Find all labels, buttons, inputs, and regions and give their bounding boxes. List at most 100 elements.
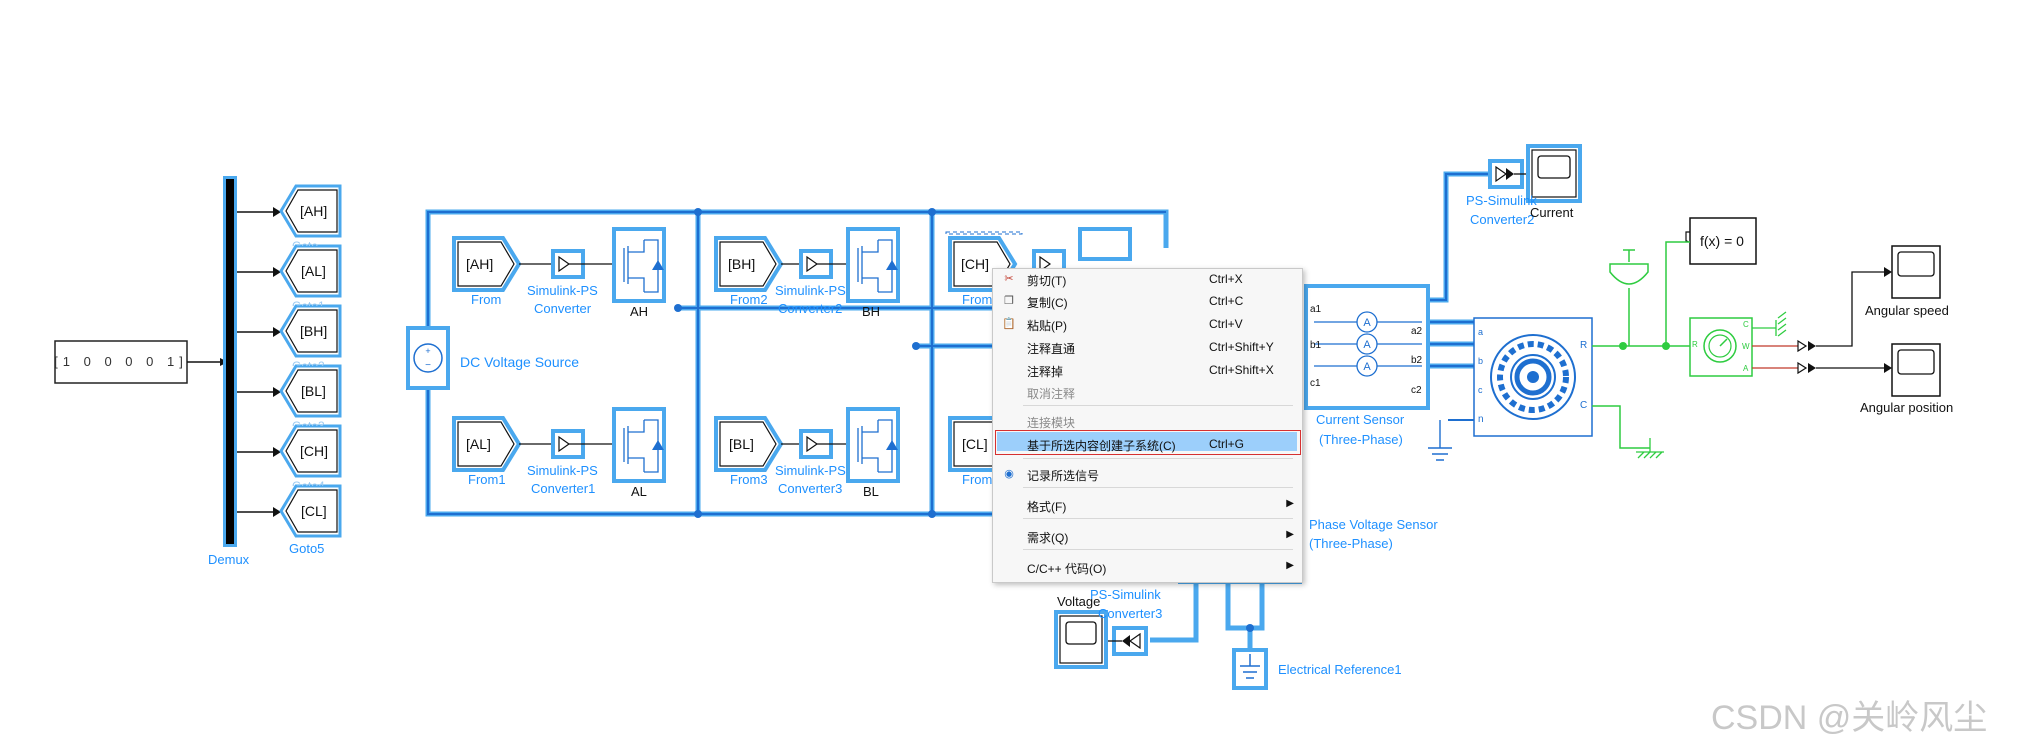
from-tag-bl: [BL] <box>729 436 754 452</box>
current-sensor-label-2: (Three-Phase) <box>1319 432 1403 447</box>
converter-label-0b: Converter <box>534 301 592 316</box>
scope-angular-position[interactable] <box>1891 343 1941 397</box>
constant-block[interactable]: [1 0 0 0 0 1] <box>54 340 188 384</box>
demux-block[interactable] <box>223 176 237 547</box>
demux-label: Demux <box>208 552 250 567</box>
converter-label-2b: Converter2 <box>778 301 843 316</box>
csdn-watermark: CSDN @关岭风尘 <box>1711 699 1988 737</box>
signal-log-icon: ◉ <box>1004 468 1014 480</box>
chevron-right-icon: ▶ <box>1286 560 1294 571</box>
goto-tag-ah: [AH] <box>300 203 328 219</box>
menu-separator <box>1023 518 1293 519</box>
menu-item-copy[interactable]: ❐ 复制(C) Ctrl+C <box>993 291 1302 311</box>
cs-port-c1: c1 <box>1310 378 1321 389</box>
menu-item-log-signals[interactable]: ◉ 记录所选信号 <box>993 464 1302 484</box>
mechanical-reference-2 <box>1752 311 1787 337</box>
scope-angular-speed[interactable] <box>1891 245 1941 299</box>
from-tag-cl: [CL] <box>962 436 988 452</box>
motor-port-n: n <box>1478 414 1484 425</box>
menu-item-code[interactable]: C/C++ 代码(O) ▶ <box>993 557 1302 577</box>
scope-position-label: Angular position <box>1860 400 1954 415</box>
context-menu[interactable]: ✂ 剪切(T) Ctrl+X ❐ 复制(C) Ctrl+C 📋 粘贴(P) Ct… <box>992 268 1303 583</box>
converter-label-1a: Simulink-PS <box>527 463 598 478</box>
menu-item-create-subsystem[interactable]: 基于所选内容创建子系统(C) Ctrl+G <box>993 434 1302 454</box>
converter-label-3b: Converter3 <box>778 481 843 496</box>
goto-tag-bh: [BH] <box>300 323 328 339</box>
menu-separator <box>1023 405 1293 406</box>
pmsm-motor-block[interactable] <box>1473 317 1593 437</box>
menu-item-paste[interactable]: 📋 粘贴(P) Ctrl+V <box>993 314 1302 334</box>
cs-port-c2: c2 <box>1411 385 1422 396</box>
svg-text:A: A <box>1363 361 1371 373</box>
scope-voltage-label: Voltage <box>1057 594 1101 609</box>
paste-icon: 📋 <box>1002 318 1016 330</box>
electrical-ground <box>1428 420 1452 461</box>
menu-item-cut[interactable]: ✂ 剪切(T) Ctrl+X <box>993 269 1302 289</box>
menu-item-comment-through[interactable]: 注释直通 Ctrl+Shift+Y <box>993 337 1302 357</box>
cs-port-b2: b2 <box>1411 355 1423 366</box>
switch-label-al: AL <box>631 484 647 499</box>
goto-tag-ch: [CH] <box>300 443 328 459</box>
solver-label: f(x) = 0 <box>1700 233 1744 249</box>
menu-item-requirements[interactable]: 需求(Q) ▶ <box>993 526 1302 546</box>
ps-simulink-3-label-2: Converter3 <box>1098 606 1163 621</box>
from-tag-ah: [AH] <box>466 256 494 272</box>
from-label-0: From <box>471 292 502 307</box>
from-label-2: From2 <box>730 292 768 307</box>
cs-port-a1: a1 <box>1310 304 1322 315</box>
menu-item-comment-out[interactable]: 注释掉 Ctrl+Shift+X <box>993 360 1302 380</box>
menu-separator <box>1023 549 1293 550</box>
menu-item-format[interactable]: 格式(F) ▶ <box>993 495 1302 515</box>
dc-source-label: DC Voltage Source <box>460 354 580 370</box>
converter-label-2a: Simulink-PS <box>775 283 846 298</box>
motor-port-a: a <box>1478 327 1484 337</box>
motor-port-r: R <box>1580 340 1588 351</box>
switch-label-bl: BL <box>863 484 879 499</box>
copy-icon: ❐ <box>1004 295 1014 307</box>
cs-port-b1: b1 <box>1310 340 1322 351</box>
dc-voltage-source[interactable]: + − <box>406 326 450 390</box>
motor-port-c-mech: C <box>1580 400 1588 411</box>
voltage-sensor-label-2: (Three-Phase) <box>1309 536 1393 551</box>
menu-item-uncomment[interactable]: 取消注释 <box>993 382 1302 402</box>
electrical-reference-label: Electrical Reference1 <box>1278 662 1402 677</box>
sensor-port-a: A <box>1743 364 1749 373</box>
from-tag-ch: [CH] <box>961 256 989 272</box>
ps-simulink-3-label-1: PS-Simulink <box>1090 587 1161 602</box>
sensor-port-c: C <box>1743 320 1749 329</box>
voltage-sensor-label-1: Phase Voltage Sensor <box>1309 517 1438 532</box>
from-label-3: From3 <box>730 472 768 487</box>
svg-text:A: A <box>1363 339 1371 351</box>
motor-port-c: c <box>1478 385 1483 395</box>
menu-separator <box>1023 487 1293 488</box>
from-label-1: From1 <box>468 472 506 487</box>
menu-separator <box>1023 458 1293 459</box>
chevron-right-icon: ▶ <box>1286 498 1294 509</box>
scissors-icon: ✂ <box>1004 273 1014 285</box>
goto-label-5: Goto5 <box>289 541 325 556</box>
switch-label-ah: AH <box>630 304 649 319</box>
current-sensor-block[interactable]: AAA <box>1304 284 1430 410</box>
goto-tag-cl: [CL] <box>301 503 327 519</box>
from-tag-bh: [BH] <box>728 256 756 272</box>
converter-label-3a: Simulink-PS <box>775 463 846 478</box>
mechanical-reference <box>1609 249 1649 346</box>
from-tag-al: [AL] <box>466 436 491 452</box>
menu-item-connect-blocks[interactable]: 连接模块 <box>993 411 1302 431</box>
goto-tag-al: [AL] <box>301 263 326 279</box>
svg-text:−: − <box>425 360 431 371</box>
electrical-reference-1[interactable] <box>1232 648 1268 690</box>
switch-label-bh: BH <box>862 304 881 319</box>
svg-text:A: A <box>1363 317 1371 329</box>
ps-simulink-2-label-1: PS-Simulink <box>1466 193 1537 208</box>
goto-tag-bl: [BL] <box>301 383 326 399</box>
scope-current-label: Current <box>1530 205 1574 220</box>
chevron-right-icon: ▶ <box>1286 529 1294 540</box>
svg-text:[1 0 0 0 0 1]: [1 0 0 0 0 1] <box>54 354 188 369</box>
ps-simulink-2-label-2: Converter2 <box>1470 212 1535 227</box>
sensor-port-w: W <box>1742 342 1750 351</box>
scope-speed-label: Angular speed <box>1865 303 1949 318</box>
converter-label-1b: Converter1 <box>531 481 596 496</box>
motor-port-b: b <box>1478 356 1484 366</box>
svg-text:+: + <box>425 346 430 356</box>
